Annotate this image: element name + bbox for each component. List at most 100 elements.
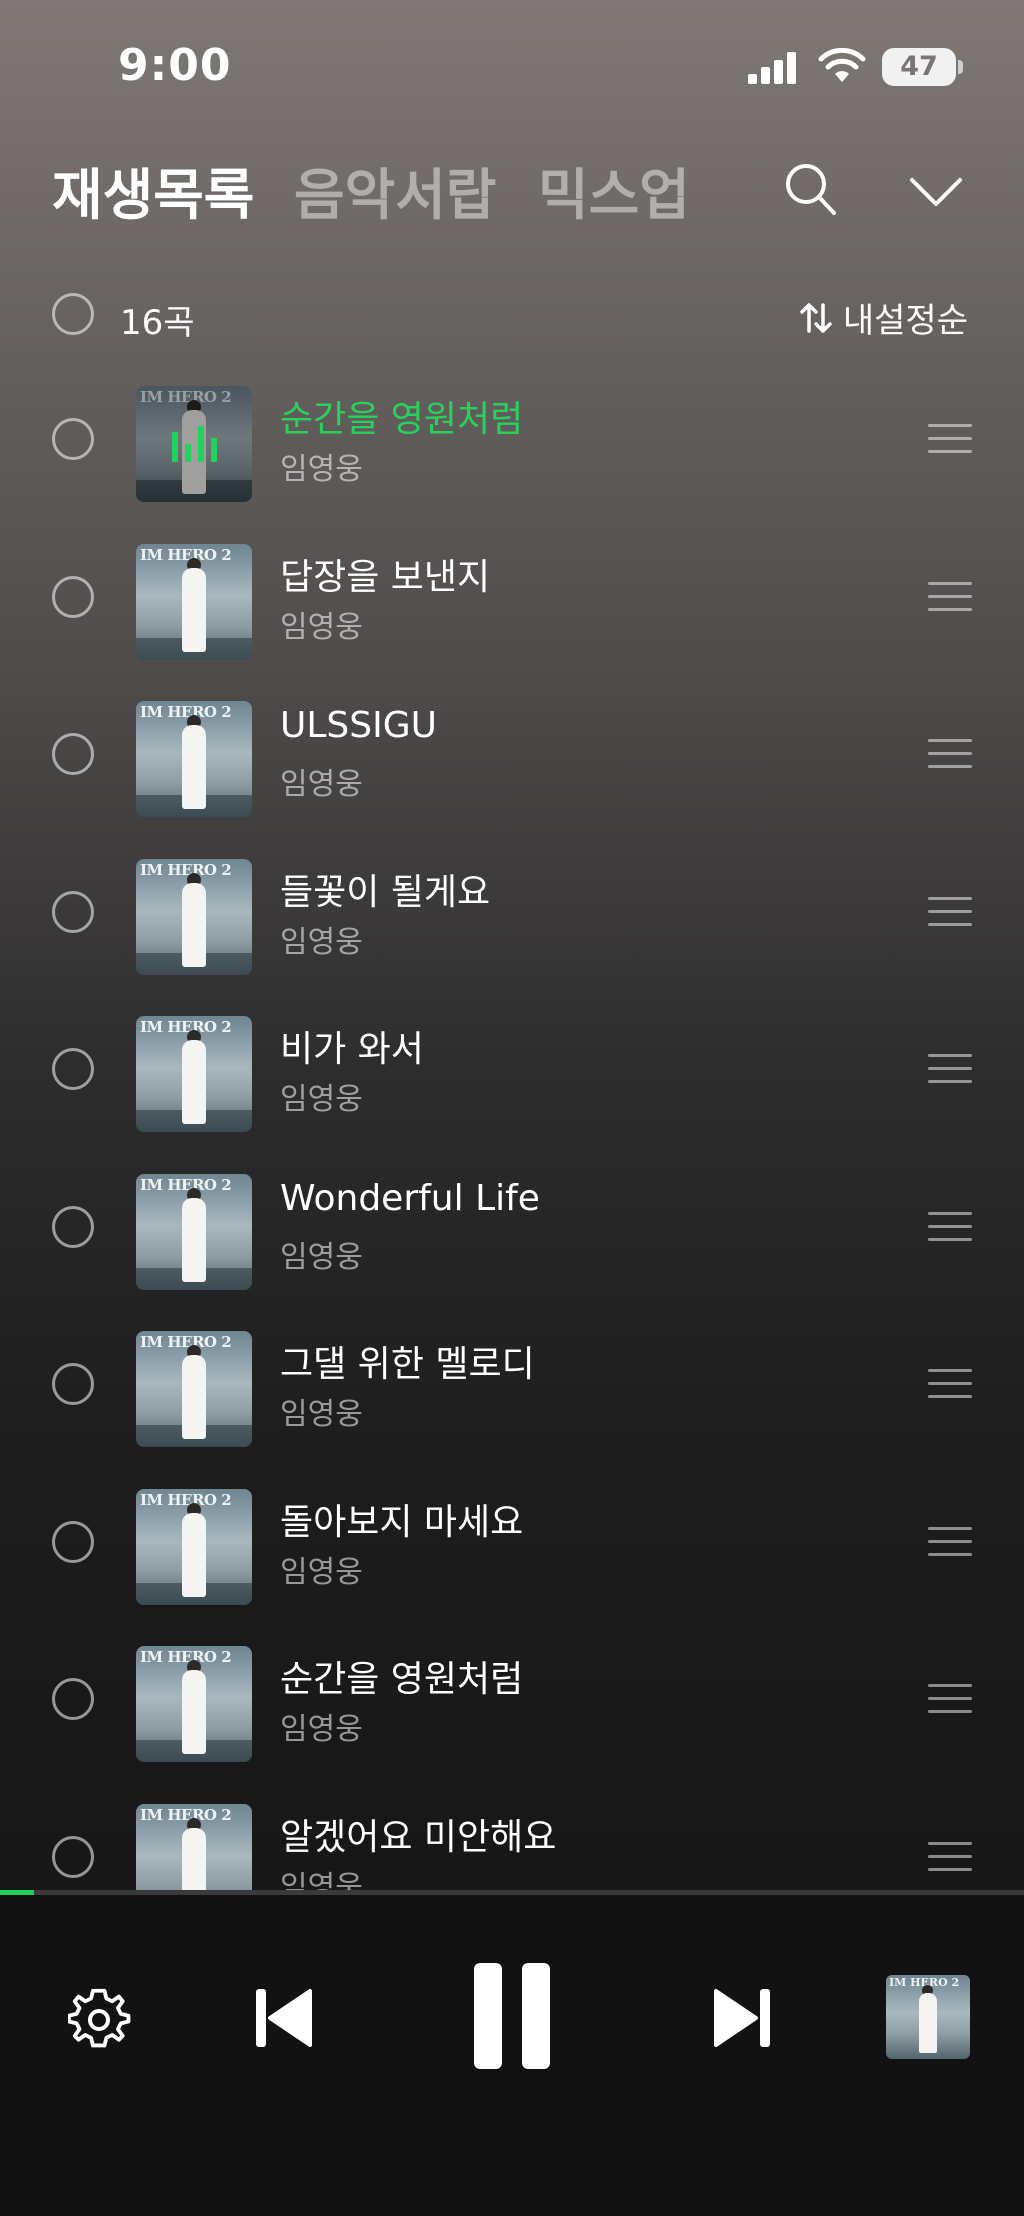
- song-checkbox[interactable]: [52, 1678, 94, 1720]
- song-artist: 임영웅: [280, 1082, 363, 1117]
- song-list: IM HERO 2 순간을 영원처럼 임영웅 IM HERO 2 답장을 보낸지…: [0, 360, 1024, 1890]
- now-playing-equalizer-icon: [172, 426, 218, 462]
- reorder-handle-icon[interactable]: [928, 424, 972, 454]
- signal-icon: [748, 52, 796, 84]
- song-row[interactable]: IM HERO 2 그댈 위한 멜로디 임영웅: [0, 1305, 1024, 1462]
- chevron-down-icon[interactable]: [908, 172, 964, 212]
- song-checkbox[interactable]: [52, 733, 94, 775]
- song-title: 그댈 위한 멜로디: [280, 1344, 535, 1385]
- album-art-figure: [919, 1993, 937, 2053]
- song-title: ULSSIGU: [280, 705, 437, 746]
- album-art-figure: [182, 1197, 206, 1282]
- song-count: 16곡: [120, 303, 195, 343]
- reorder-handle-icon[interactable]: [928, 1054, 972, 1084]
- status-bar: 9:00 47: [0, 0, 1024, 130]
- album-art-figure: [182, 567, 206, 652]
- song-row[interactable]: IM HERO 2 답장을 보낸지 임영웅: [0, 518, 1024, 675]
- song-artist: 임영웅: [280, 924, 363, 960]
- album-art-figure-head: [187, 400, 201, 414]
- album-art-text: IM HERO 2: [140, 703, 232, 721]
- song-checkbox[interactable]: [52, 1835, 94, 1878]
- song-row[interactable]: IM HERO 2 순간을 영원처럼 임영웅: [0, 360, 1024, 517]
- song-row[interactable]: IM HERO 2 Wonderful Life 임영웅: [0, 1148, 1024, 1305]
- album-art-figure: [182, 1827, 206, 1890]
- album-art-figure: [182, 1512, 206, 1597]
- song-row[interactable]: IM HERO 2 들꽃이 될게요 임영웅: [0, 833, 1024, 990]
- tab-playlist[interactable]: 재생목록: [52, 150, 254, 230]
- song-title: 알겠어요 미안해요: [280, 1816, 557, 1858]
- song-checkbox[interactable]: [52, 890, 94, 933]
- album-art: IM HERO 2: [136, 701, 252, 817]
- album-art-text: IM HERO 2: [140, 545, 232, 564]
- song-checkbox[interactable]: [52, 575, 94, 618]
- album-art-text: IM HERO 2: [140, 1333, 232, 1351]
- song-checkbox[interactable]: [52, 1205, 94, 1248]
- album-art-figure: [182, 1355, 206, 1439]
- song-artist: 임영웅: [280, 767, 363, 802]
- wifi-icon: [818, 48, 866, 82]
- song-title: 비가 와서: [280, 1029, 424, 1070]
- reorder-handle-icon[interactable]: [928, 1211, 972, 1242]
- reorder-handle-icon[interactable]: [928, 1841, 972, 1872]
- reorder-handle-icon[interactable]: [928, 1369, 972, 1399]
- song-artist: 임영웅: [280, 1397, 363, 1432]
- album-art: IM HERO 2: [136, 1488, 252, 1605]
- song-artist: 임영웅: [280, 1554, 363, 1590]
- sort-label: 내설정순: [842, 301, 968, 341]
- now-playing-album-art[interactable]: IM HERO 2: [886, 1975, 970, 2059]
- next-icon[interactable]: [712, 1983, 772, 2053]
- list-toolbar: 16곡 내설정순: [0, 285, 1024, 345]
- song-row[interactable]: IM HERO 2 순간을 영원처럼 임영웅: [0, 1620, 1024, 1777]
- song-title: 들꽃이 될게요: [280, 871, 491, 913]
- sort-icon: [800, 302, 832, 333]
- album-art-text: IM HERO 2: [140, 1018, 232, 1036]
- song-checkbox[interactable]: [52, 1520, 94, 1563]
- reorder-handle-icon[interactable]: [928, 739, 972, 769]
- reorder-handle-icon[interactable]: [928, 896, 972, 927]
- song-row[interactable]: IM HERO 2 돌아보지 마세요 임영웅: [0, 1463, 1024, 1620]
- album-art: IM HERO 2: [136, 1016, 252, 1132]
- album-art: IM HERO 2: [136, 1803, 252, 1890]
- search-icon[interactable]: [784, 160, 840, 220]
- reorder-handle-icon[interactable]: [928, 1526, 972, 1557]
- album-art-figure: [182, 882, 206, 967]
- album-art-figure: [182, 1040, 206, 1124]
- battery-indicator: 47: [882, 48, 956, 86]
- reorder-handle-icon[interactable]: [928, 581, 972, 612]
- previous-icon[interactable]: [254, 1983, 314, 2053]
- song-row[interactable]: IM HERO 2 알겠어요 미안해요 임영웅: [0, 1778, 1024, 1890]
- album-art: IM HERO 2: [136, 1173, 252, 1290]
- tab-music-drawer[interactable]: 음악서랍: [294, 150, 496, 230]
- reorder-handle-icon[interactable]: [928, 1684, 972, 1714]
- song-row[interactable]: IM HERO 2 ULSSIGU 임영웅: [0, 675, 1024, 832]
- album-art-floor: [136, 480, 252, 502]
- album-art: IM HERO 2: [136, 1331, 252, 1447]
- album-art-text: IM HERO 2: [140, 1648, 232, 1666]
- song-checkbox[interactable]: [52, 1048, 94, 1090]
- song-checkbox[interactable]: [52, 418, 94, 460]
- select-all-checkbox[interactable]: [52, 293, 94, 335]
- sort-button[interactable]: 내설정순: [799, 293, 968, 342]
- battery-cap: [958, 60, 963, 74]
- song-title: 답장을 보낸지: [280, 556, 491, 598]
- album-art-text: IM HERO 2: [140, 388, 232, 406]
- song-title: 순간을 영원처럼: [280, 1659, 524, 1700]
- song-artist: 임영웅: [280, 452, 363, 487]
- album-art: IM HERO 2: [136, 386, 252, 502]
- song-artist: 임영웅: [280, 1239, 363, 1275]
- song-checkbox[interactable]: [52, 1363, 94, 1405]
- tab-mixup[interactable]: 믹스업: [538, 150, 690, 230]
- status-time: 9:00: [118, 40, 232, 91]
- album-art: IM HERO 2: [136, 858, 252, 975]
- album-art-text: IM HERO 2: [140, 1805, 232, 1824]
- album-art-text: IM HERO 2: [140, 860, 232, 879]
- pause-icon[interactable]: [470, 1961, 554, 2071]
- song-artist: 임영웅: [280, 1712, 363, 1747]
- album-art-text: IM HERO 2: [140, 1490, 232, 1509]
- album-art: IM HERO 2: [136, 543, 252, 660]
- song-title: 순간을 영원처럼: [280, 399, 524, 440]
- song-title: Wonderful Life: [280, 1177, 540, 1219]
- song-row[interactable]: IM HERO 2 비가 와서 임영웅: [0, 990, 1024, 1147]
- album-art: IM HERO 2: [136, 1646, 252, 1762]
- settings-icon[interactable]: [68, 1987, 132, 2051]
